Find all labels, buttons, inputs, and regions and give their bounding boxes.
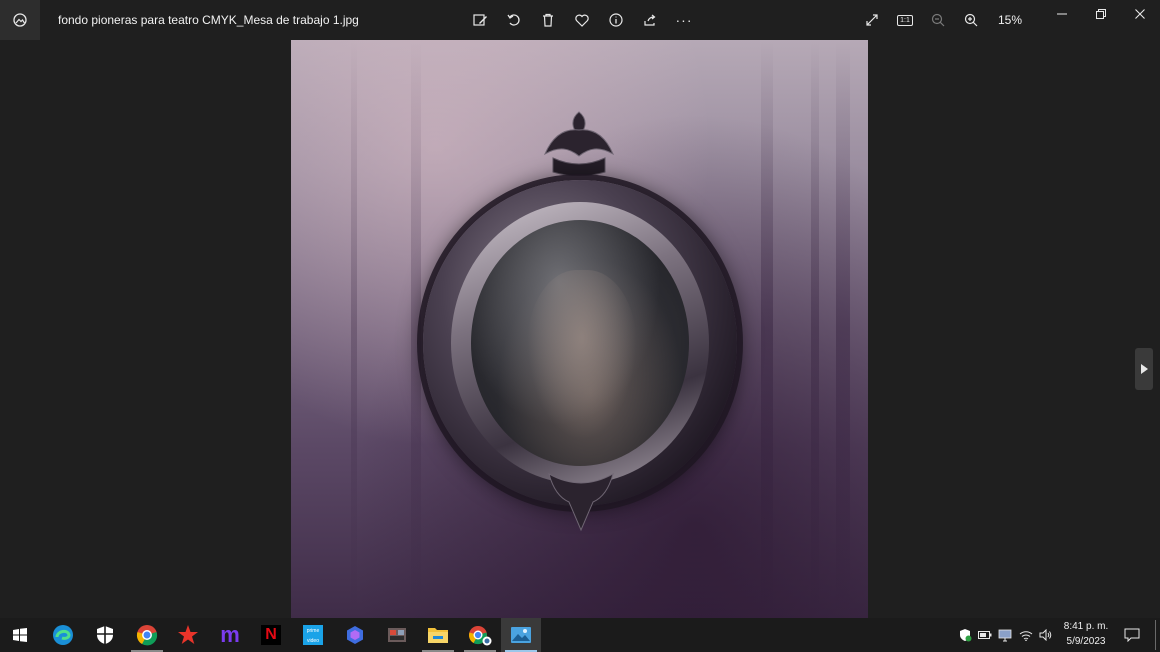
taskbar-copilot[interactable]	[335, 618, 375, 652]
tray-volume[interactable]	[1036, 618, 1056, 652]
taskbar: m N prime video 8:41 p. m. 5/9/2023	[0, 618, 1160, 652]
share-icon	[644, 14, 656, 26]
tray-wifi[interactable]	[1016, 618, 1036, 652]
texture-streak	[811, 40, 819, 618]
taskbar-chrome-profile[interactable]	[460, 618, 500, 652]
taskbar-chrome[interactable]	[127, 618, 167, 652]
next-image-button[interactable]	[1135, 348, 1153, 390]
minimize-icon	[1056, 13, 1067, 15]
zoom-in-button[interactable]	[957, 6, 985, 34]
close-button[interactable]	[1120, 0, 1159, 28]
rotate-icon	[507, 14, 520, 26]
actual-size-icon: 1:1	[897, 14, 913, 26]
edit-image-button[interactable]	[466, 6, 494, 34]
start-button[interactable]	[0, 618, 40, 652]
mirror-reflection-figure	[527, 270, 637, 440]
media-app-icon	[388, 628, 406, 642]
favorite-icon	[575, 14, 589, 27]
taskbar-netflix[interactable]: N	[251, 618, 291, 652]
clock-date: 5/9/2023	[1066, 636, 1106, 647]
share-button[interactable]	[636, 6, 664, 34]
minimize-button[interactable]	[1042, 0, 1081, 28]
start-icon	[13, 628, 27, 642]
tray-security[interactable]	[955, 618, 975, 652]
tray-display[interactable]	[995, 618, 1015, 652]
taskbar-media-app[interactable]	[377, 618, 417, 652]
texture-streak	[411, 40, 421, 618]
tray-notifications[interactable]	[1122, 618, 1142, 652]
rotate-button[interactable]	[500, 6, 528, 34]
taskbar-m-app[interactable]: m	[210, 618, 250, 652]
edit-image-icon	[473, 14, 487, 26]
displayed-photo[interactable]	[291, 40, 868, 618]
taskbar-file-explorer[interactable]	[418, 618, 458, 652]
display-icon	[998, 629, 1012, 641]
photos-app-button[interactable]	[0, 0, 40, 40]
wifi-icon	[1019, 631, 1033, 641]
show-desktop-button[interactable]	[1155, 620, 1156, 650]
security-shield-icon	[960, 629, 972, 642]
more-icon: ···	[675, 12, 693, 28]
taskbar-prime-video[interactable]: prime video	[293, 618, 333, 652]
clock-time: 8:41 p. m.	[1063, 621, 1109, 632]
edge-icon	[53, 625, 73, 645]
texture-streak	[351, 40, 357, 618]
taskbar-clock[interactable]: 8:41 p. m. 5/9/2023	[1060, 619, 1112, 649]
photos-app-icon	[13, 13, 27, 27]
volume-icon	[1039, 629, 1052, 641]
favorite-button[interactable]	[568, 6, 596, 34]
taskbar-edge[interactable]	[43, 618, 83, 652]
taskbar-star-app[interactable]	[168, 618, 208, 652]
window-controls	[1042, 0, 1159, 28]
texture-streak	[761, 40, 773, 618]
photos-icon	[511, 627, 531, 643]
chrome-profile-icon	[469, 626, 492, 646]
delete-icon	[543, 13, 553, 27]
mirror-bottom-ornament	[548, 472, 614, 532]
view-toolbar: 1:1	[858, 6, 985, 34]
star-app-icon	[178, 625, 198, 644]
fullscreen-button[interactable]	[858, 6, 886, 34]
restore-icon	[1095, 9, 1106, 19]
image-toolbar: ···	[466, 6, 698, 34]
zoom-out-button[interactable]	[924, 6, 952, 34]
netflix-icon: N	[261, 625, 281, 645]
zoom-in-icon	[964, 13, 978, 27]
tray-battery[interactable]	[975, 618, 995, 652]
image-viewer[interactable]	[0, 40, 1160, 618]
m-app-icon: m	[220, 622, 240, 647]
notifications-icon	[1124, 628, 1140, 642]
delete-button[interactable]	[534, 6, 562, 34]
taskbar-photos[interactable]	[501, 618, 541, 652]
mirror-crest-ornament	[543, 111, 615, 176]
more-button[interactable]: ···	[670, 6, 698, 34]
copilot-icon	[347, 626, 363, 644]
chrome-icon	[136, 625, 158, 646]
zoom-level[interactable]: 15%	[998, 13, 1022, 27]
info-button[interactable]	[602, 6, 630, 34]
file-title: fondo pioneras para teatro CMYK_Mesa de …	[58, 13, 359, 27]
texture-streak	[836, 40, 850, 618]
title-bar: fondo pioneras para teatro CMYK_Mesa de …	[0, 0, 1160, 40]
close-icon	[1134, 9, 1145, 19]
zoom-out-icon	[931, 13, 945, 27]
fullscreen-icon	[866, 14, 878, 26]
taskbar-security[interactable]	[85, 618, 125, 652]
battery-icon	[978, 631, 992, 639]
security-icon	[97, 626, 113, 644]
info-icon	[609, 13, 623, 27]
file-explorer-icon	[428, 628, 448, 643]
restore-button[interactable]	[1081, 0, 1120, 28]
actual-size-button[interactable]: 1:1	[891, 6, 919, 34]
prime-video-icon: prime video	[303, 625, 323, 645]
chevron-right-icon	[1141, 364, 1148, 374]
